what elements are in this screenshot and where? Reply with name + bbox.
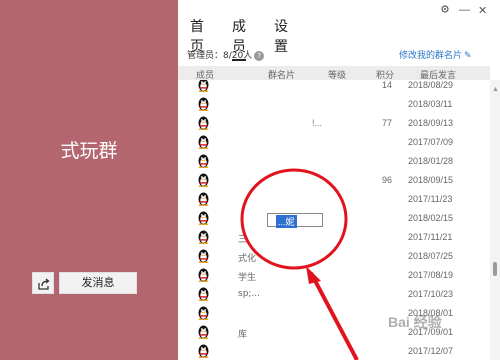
annotation-arrow-head (306, 266, 321, 284)
annotation-overlay (240, 168, 359, 360)
annotation-arrow-shaft (309, 272, 359, 360)
annotation-circle (240, 168, 348, 270)
watermark: Bai 经验 (388, 314, 442, 330)
